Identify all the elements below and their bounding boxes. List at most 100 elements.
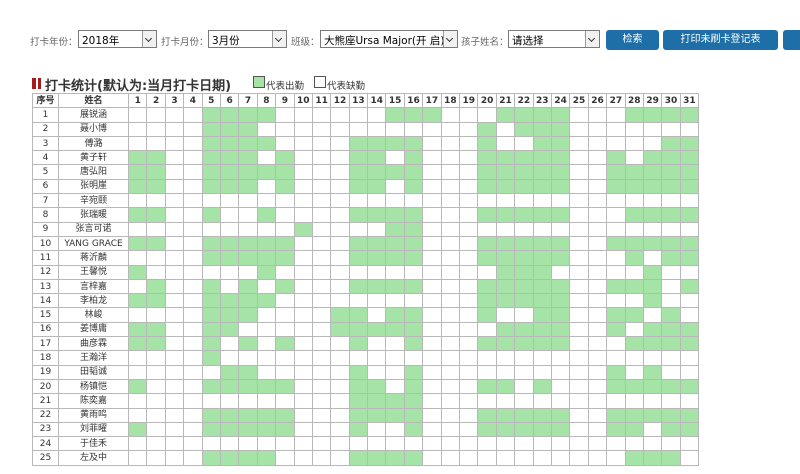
attendance-cell-present (256, 235, 277, 252)
attendance-cell-absent (661, 293, 681, 309)
attendance-cell-present (219, 293, 240, 309)
print-unpunched-button[interactable]: 打印未刷卡登记表 (663, 30, 778, 50)
year-select[interactable]: 2018年 (78, 30, 157, 48)
attendance-cell-absent (127, 393, 148, 409)
attendance-cell-absent (183, 150, 203, 166)
year-label: 打卡年份： (30, 37, 78, 48)
attendance-cell-present (495, 421, 516, 438)
attendance-cell-absent (201, 436, 221, 452)
attendance-cell-absent (550, 350, 571, 366)
day-header: 16 (403, 92, 424, 109)
day-header: 27 (606, 92, 626, 109)
attendance-cell-absent (550, 221, 571, 237)
attendance-cell-absent (679, 393, 700, 409)
attendance-cell-present (127, 207, 148, 223)
child-name: 于佳禾 (58, 436, 129, 452)
attendance-cell-present (606, 307, 626, 323)
attendance-cell-present (256, 378, 277, 395)
attendance-cell-present (275, 164, 295, 180)
attendance-cell-present (532, 307, 552, 323)
attendance-cell-absent (661, 364, 681, 380)
attendance-cell-absent (127, 193, 148, 209)
attendance-cell-absent (514, 307, 534, 323)
attendance-cell-present (532, 407, 552, 423)
class-select[interactable]: 大熊座Ursa Major(开 启) (320, 30, 458, 48)
attendance-cell-absent (587, 350, 608, 366)
attendance-cell-absent (293, 450, 313, 466)
attendance-cell-absent (495, 364, 516, 380)
attendance-cell-absent (348, 121, 369, 137)
attendance-cell-absent (183, 207, 203, 223)
attendance-cell-present (219, 250, 240, 266)
attendance-cell-absent (440, 421, 461, 438)
day-header: 5 (201, 92, 221, 109)
attendance-cell-present (219, 450, 240, 466)
attendance-cell-present (201, 321, 221, 338)
attendance-cell-present (127, 421, 148, 438)
attendance-cell-present (624, 107, 644, 123)
attendance-cell-present (514, 235, 534, 252)
year-select-value: 2018年 (82, 35, 120, 47)
attendance-cell-absent (440, 207, 461, 223)
attendance-cell-absent (385, 350, 405, 366)
attendance-cell-present (495, 178, 516, 195)
attendance-cell-absent (330, 364, 350, 380)
table-header-row: 序号 姓名 1 2 3 4 5 6 7 8 9 10 11 12 13 14 15 16 17 18 19 20 21 2… (32, 92, 700, 109)
attendance-cell-absent (127, 121, 148, 137)
attendance-cell-absent (164, 393, 185, 409)
attendance-cell-present (385, 393, 405, 409)
attendance-cell-absent (514, 378, 534, 395)
attendance-cell-absent (422, 193, 442, 209)
attendance-cell-absent (514, 193, 534, 209)
attendance-cell-present (201, 107, 221, 123)
attendance-cell-present (624, 250, 644, 266)
attendance-cell-absent (311, 293, 332, 309)
attendance-cell-absent (459, 164, 479, 180)
attendance-cell-absent (440, 278, 461, 295)
attendance-cell-present (606, 235, 626, 252)
attendance-cell-absent (422, 235, 442, 252)
attendance-cell-absent (330, 193, 350, 209)
attendance-cell-absent (514, 393, 534, 409)
attendance-cell-present (219, 150, 240, 166)
attendance-cell-absent (587, 121, 608, 137)
attendance-cell-present (201, 178, 221, 195)
attendance-cell-absent (477, 364, 497, 380)
attendance-cell-present (275, 178, 295, 195)
child-select[interactable]: 请选择 (508, 30, 600, 48)
attendance-cell-absent (440, 221, 461, 237)
attendance-cell-present (532, 178, 552, 195)
attendance-cell-absent (514, 135, 534, 152)
attendance-cell-absent (587, 450, 608, 466)
attendance-cell-present (532, 293, 552, 309)
attendance-cell-present (146, 336, 166, 352)
attendance-cell-present (642, 264, 663, 280)
attendance-cell-absent (219, 336, 240, 352)
month-select[interactable]: 3月份 (208, 30, 287, 48)
row-number: 8 (32, 207, 59, 223)
row-number: 23 (32, 421, 59, 438)
class-label: 班级： (291, 37, 320, 48)
attendance-cell-absent (164, 407, 185, 423)
attendance-cell-absent (164, 107, 185, 123)
attendance-cell-absent (256, 307, 277, 323)
attendance-cell-present (348, 336, 369, 352)
attendance-cell-present (385, 207, 405, 223)
attendance-cell-absent (477, 193, 497, 209)
attendance-cell-absent (164, 350, 185, 366)
attendance-cell-present (624, 164, 644, 180)
extra-button[interactable] (783, 30, 800, 50)
attendance-cell-present (219, 407, 240, 423)
attendance-cell-present (550, 407, 571, 423)
attendance-cell-absent (587, 378, 608, 395)
attendance-cell-present (532, 378, 552, 395)
search-button[interactable]: 检索 (606, 30, 659, 50)
attendance-cell-present (550, 278, 571, 295)
attendance-cell-absent (219, 207, 240, 223)
attendance-cell-present (679, 178, 700, 195)
attendance-cell-absent (569, 321, 589, 338)
attendance-cell-absent (569, 336, 589, 352)
attendance-cell-absent (348, 264, 369, 280)
attendance-cell-present (275, 278, 295, 295)
attendance-cell-present (348, 135, 369, 152)
